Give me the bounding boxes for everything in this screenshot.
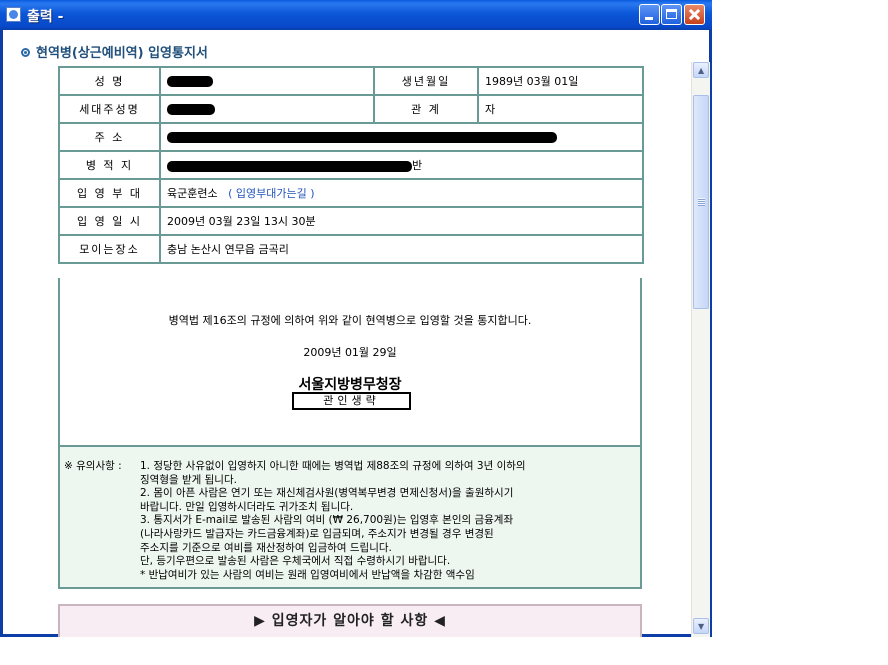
relation-label: 관 계: [373, 94, 479, 124]
table-row: 입 영 부 대 육군훈련소 ( 입영부대가는길 ): [58, 178, 644, 208]
relation-value: 자: [477, 94, 644, 124]
meeting-place-value: 충남 논산시 연무읍 금곡리: [159, 234, 644, 264]
title-bar[interactable]: 출력 -: [0, 0, 712, 30]
enlistment-info-table: 성 명 생년월일 1989년 03월 01일 세대주성명 관 계 자 주 소 병…: [58, 66, 644, 264]
scroll-up-button[interactable]: ▲: [693, 62, 709, 78]
date-label: 입 영 일 시: [58, 206, 161, 236]
unit-value: 육군훈련소 ( 입영부대가는길 ): [159, 178, 644, 208]
name-value: [159, 66, 375, 96]
bullet-icon: [21, 48, 30, 57]
notice-date: 2009년 01월 29일: [303, 346, 397, 359]
meeting-place-label: 모이는장소: [58, 234, 161, 264]
householder-label: 세대주성명: [58, 94, 161, 124]
table-row: 입 영 일 시 2009년 03월 23일 13시 30분: [58, 206, 644, 236]
section-title-text: 현역병(상근예비역) 입영통지서: [36, 46, 208, 61]
vertical-scrollbar[interactable]: ▲ ▼: [691, 62, 710, 637]
redacted-name: [167, 76, 213, 87]
birth-value: 1989년 03월 01일: [477, 66, 644, 96]
enlistee-guide-link[interactable]: ▶ 입영자가 알아야 할 사항 ◀: [58, 604, 642, 637]
minimize-button[interactable]: [639, 4, 660, 25]
document-content: 성 명 생년월일 1989년 03월 01일 세대주성명 관 계 자 주 소 병…: [3, 62, 689, 637]
unit-directions-link[interactable]: ( 입영부대가는길 ): [228, 187, 314, 200]
arrow-down-icon: ▼: [698, 622, 705, 631]
caution-box: ※ 유의사항 : 1. 정당한 사유없이 입영하지 아니한 때에는 병역법 제8…: [58, 445, 642, 589]
app-icon: [6, 7, 21, 22]
birth-label: 생년월일: [373, 66, 479, 96]
grip-icon: [698, 198, 705, 206]
table-row: 주 소: [58, 122, 644, 152]
minimize-icon: [645, 17, 653, 20]
table-row: 모이는장소 충남 논산시 연무읍 금곡리: [58, 234, 644, 264]
window-title: 출력 -: [27, 9, 64, 25]
unit-name: 육군훈련소: [167, 187, 218, 200]
registry-suffix: 반: [412, 159, 423, 172]
caution-line: 3. 통지서가 E-mail로 발송된 사람의 여비 (₩ 26,700원)는 …: [140, 514, 514, 527]
caution-line: 징역형을 받게 됩니다.: [140, 473, 237, 486]
scroll-down-button[interactable]: ▼: [693, 618, 709, 634]
registry-label: 병 적 지: [58, 150, 161, 180]
notice-box: 병역법 제16조의 규정에 의하여 위와 같이 현역병으로 입영할 것을 통지합…: [58, 278, 642, 445]
table-row: 세대주성명 관 계 자: [58, 94, 644, 124]
registry-value: 반: [159, 150, 644, 180]
arrow-up-icon: ▲: [698, 66, 705, 75]
caution-heading: ※ 유의사항 :: [64, 460, 122, 472]
caution-line: 2. 몸이 아픈 사람은 연기 또는 재신체검사원(병역복무변경 면제신청서)을…: [140, 487, 514, 500]
name-label: 성 명: [58, 66, 161, 96]
close-icon: [685, 5, 704, 24]
redacted-registry: [167, 160, 412, 172]
caution-line: * 반납여비가 있는 사람의 여비는 원래 입영여비에서 반납액을 차감한 액수…: [140, 568, 475, 581]
address-label: 주 소: [58, 122, 161, 152]
caution-line: 단, 등기우편으로 발송된 사람은 우체국에서 직접 수령하시기 바랍니다.: [140, 555, 451, 568]
scroll-thumb[interactable]: [693, 95, 709, 309]
table-row: 병 적 지 반: [58, 150, 644, 180]
caution-line: 바랍니다. 만일 입영하시더라도 귀가조치 됩니다.: [140, 500, 354, 513]
address-value: [159, 122, 644, 152]
section-title: 현역병(상근예비역) 입영통지서: [21, 42, 208, 61]
issuer-name: 서울지방병무청장: [298, 377, 402, 393]
redacted-address: [167, 132, 557, 143]
caution-line: (나라사랑카드 발급자는 카드금융계좌)로 입금되며, 주소지가 변경될 경우 …: [140, 527, 494, 540]
seal-omitted-stamp: 관인생략: [292, 392, 411, 410]
caution-line: 1. 정당한 사유없이 입영하지 아니한 때에는 병역법 제88조의 규정에 의…: [140, 460, 526, 472]
caution-line: 주소지를 기준으로 여비를 재산정하여 입금하여 드립니다.: [140, 541, 392, 554]
print-window: 출력 - 현역병(상근예비역) 입영통지서 성 명 생년월일 1989년 03월…: [0, 0, 712, 637]
householder-value: [159, 94, 375, 124]
caution-list: 1. 정당한 사유없이 입영하지 아니한 때에는 병역법 제88조의 규정에 의…: [140, 460, 640, 582]
notice-text: 병역법 제16조의 규정에 의하여 위와 같이 현역병으로 입영할 것을 통지합…: [168, 314, 532, 327]
table-row: 성 명 생년월일 1989년 03월 01일: [58, 66, 644, 96]
date-value: 2009년 03월 23일 13시 30분: [159, 206, 644, 236]
maximize-button[interactable]: [661, 4, 682, 25]
close-button[interactable]: [684, 4, 705, 25]
redacted-householder: [167, 104, 215, 115]
maximize-icon: [666, 9, 677, 19]
unit-label: 입 영 부 대: [58, 178, 161, 208]
